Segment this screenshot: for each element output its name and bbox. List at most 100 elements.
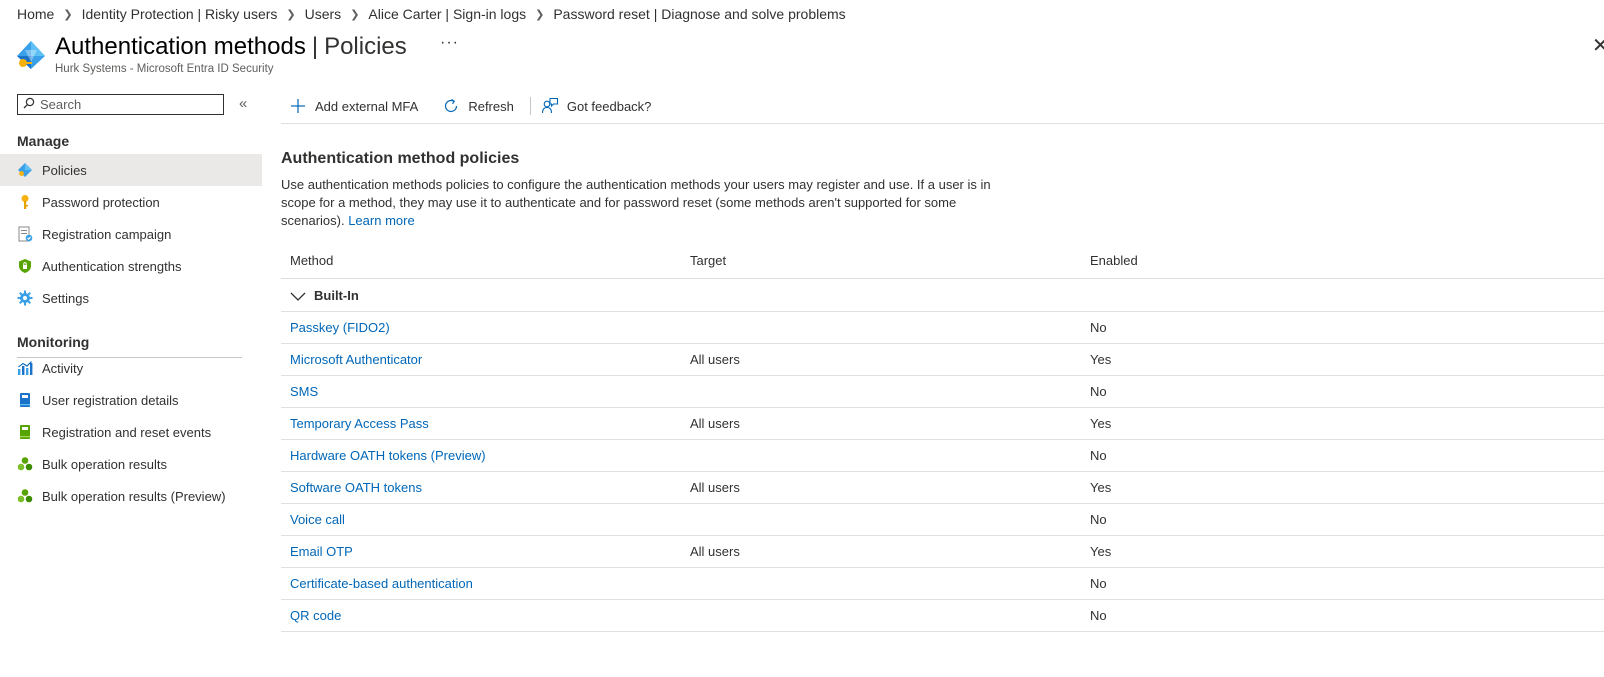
table-row: Temporary Access Pass All users Yes [281, 408, 1604, 440]
bulk-operation-icon [17, 456, 33, 472]
activity-chart-icon [17, 360, 33, 376]
add-external-mfa-label: Add external MFA [315, 98, 419, 114]
method-link[interactable]: Software OATH tokens [290, 480, 422, 495]
breadcrumb-users[interactable]: Users [305, 6, 342, 22]
enabled-cell: No [1090, 320, 1107, 335]
learn-more-link[interactable]: Learn more [348, 213, 414, 228]
refresh-label: Refresh [468, 98, 514, 114]
enabled-cell: Yes [1090, 416, 1112, 431]
page-title-separator: | [311, 33, 319, 60]
breadcrumb-home[interactable]: Home [17, 6, 54, 22]
feedback-label: Got feedback? [566, 98, 652, 114]
method-link[interactable]: Email OTP [290, 544, 353, 559]
page-title-suffix: Policies [324, 33, 407, 60]
more-options-button[interactable]: ··· [440, 34, 459, 52]
nav-group-manage: Manage [17, 133, 70, 149]
command-bar: Add external MFA Refresh Got feedback? [281, 94, 667, 118]
enabled-cell: Yes [1090, 480, 1112, 495]
refresh-icon [442, 97, 460, 115]
enabled-cell: No [1090, 448, 1107, 463]
enabled-cell: No [1090, 384, 1107, 399]
chevron-right-icon: ❯ [63, 8, 73, 21]
table-row: SMS No [281, 376, 1604, 408]
target-cell: All users [690, 544, 740, 559]
refresh-button[interactable]: Refresh [434, 97, 514, 115]
nav-group-monitoring: Monitoring [17, 334, 90, 350]
sidebar-item-label: Registration and reset events [42, 424, 212, 440]
breadcrumb-password-reset[interactable]: Password reset | Diagnose and solve prob… [553, 6, 845, 22]
search-input[interactable] [35, 97, 210, 112]
table-header: Method Target Enabled [281, 248, 1604, 279]
method-link[interactable]: Hardware OATH tokens (Preview) [290, 448, 486, 463]
breadcrumb-identity-protection[interactable]: Identity Protection | Risky users [82, 6, 278, 22]
sidebar-item-authentication-strengths[interactable]: Authentication strengths [0, 250, 262, 282]
sidebar-item-label: Authentication strengths [42, 258, 182, 274]
user-details-book-icon [17, 392, 33, 408]
sidebar-item-label: Registration campaign [42, 226, 172, 242]
sidebar-item-bulk-operation-results[interactable]: Bulk operation results [0, 448, 262, 480]
sidebar-item-registration-campaign[interactable]: Registration campaign [0, 218, 262, 250]
breadcrumb-user-sign-in-logs[interactable]: Alice Carter | Sign-in logs [368, 6, 526, 22]
sidebar-item-policies[interactable]: Policies [0, 154, 262, 186]
target-cell: All users [690, 416, 740, 431]
column-header-method[interactable]: Method [290, 253, 333, 268]
add-external-mfa-button[interactable]: Add external MFA [281, 97, 418, 115]
group-row-built-in[interactable]: Built-In [281, 280, 1604, 312]
page-title: Authentication methods | Policies [55, 31, 407, 63]
feedback-person-icon [541, 97, 559, 115]
command-bar-divider [281, 123, 1604, 124]
search-icon [23, 97, 35, 112]
method-link[interactable]: Voice call [290, 512, 345, 527]
policies-icon [17, 162, 33, 178]
sidebar-item-user-registration-details[interactable]: User registration details [0, 384, 262, 416]
enabled-cell: No [1090, 608, 1107, 623]
events-book-icon [17, 424, 33, 440]
target-cell: All users [690, 352, 740, 367]
table-row: Passkey (FIDO2) No [281, 312, 1604, 344]
method-link[interactable]: Certificate-based authentication [290, 576, 473, 591]
table-row: Software OATH tokens All users Yes [281, 472, 1604, 504]
sidebar-item-bulk-operation-results-preview[interactable]: Bulk operation results (Preview) [0, 480, 262, 512]
chevron-down-icon[interactable] [290, 288, 306, 304]
table-row: Certificate-based authentication No [281, 568, 1604, 600]
method-table-body: Passkey (FIDO2) No Microsoft Authenticat… [281, 312, 1604, 632]
sidebar-item-settings[interactable]: Settings [0, 282, 262, 314]
column-header-target[interactable]: Target [690, 253, 726, 268]
table-row: Email OTP All users Yes [281, 536, 1604, 568]
table-row: Hardware OATH tokens (Preview) No [281, 440, 1604, 472]
enabled-cell: No [1090, 576, 1107, 591]
sidebar-item-label: User registration details [42, 392, 179, 408]
gear-icon [17, 290, 33, 306]
method-link[interactable]: Microsoft Authenticator [290, 352, 422, 367]
sidebar-item-activity[interactable]: Activity [0, 352, 262, 384]
feedback-button[interactable]: Got feedback? [533, 97, 652, 115]
close-button[interactable]: ✕ [1592, 36, 1604, 56]
method-link[interactable]: Passkey (FIDO2) [290, 320, 390, 335]
sidebar-item-label: Settings [42, 290, 89, 306]
page-subtitle: Hurk Systems - Microsoft Entra ID Securi… [55, 63, 274, 75]
sidebar-item-label: Bulk operation results [42, 456, 168, 472]
enabled-cell: Yes [1090, 352, 1112, 367]
method-link[interactable]: Temporary Access Pass [290, 416, 429, 431]
column-header-enabled[interactable]: Enabled [1090, 253, 1138, 268]
sidebar-item-password-protection[interactable]: Password protection [0, 186, 262, 218]
key-icon [17, 194, 33, 210]
toolbar-divider [529, 97, 531, 115]
shield-icon [17, 258, 33, 274]
section-description: Use authentication methods policies to c… [281, 176, 991, 230]
collapse-sidebar-button[interactable]: « [239, 95, 247, 112]
section-title: Authentication method policies [281, 150, 520, 167]
sidebar-search[interactable] [17, 94, 224, 115]
enabled-cell: Yes [1090, 544, 1112, 559]
enabled-cell: No [1090, 512, 1107, 527]
table-row: QR code No [281, 600, 1604, 632]
sidebar-item-label: Activity [42, 360, 84, 376]
authentication-methods-logo-icon [16, 40, 46, 70]
page-title-main: Authentication methods [55, 33, 306, 60]
table-row: Voice call No [281, 504, 1604, 536]
method-link[interactable]: SMS [290, 384, 318, 399]
sidebar-item-label: Password protection [42, 194, 160, 210]
sidebar-item-registration-reset-events[interactable]: Registration and reset events [0, 416, 262, 448]
chevron-right-icon: ❯ [286, 8, 296, 21]
method-link[interactable]: QR code [290, 608, 341, 623]
